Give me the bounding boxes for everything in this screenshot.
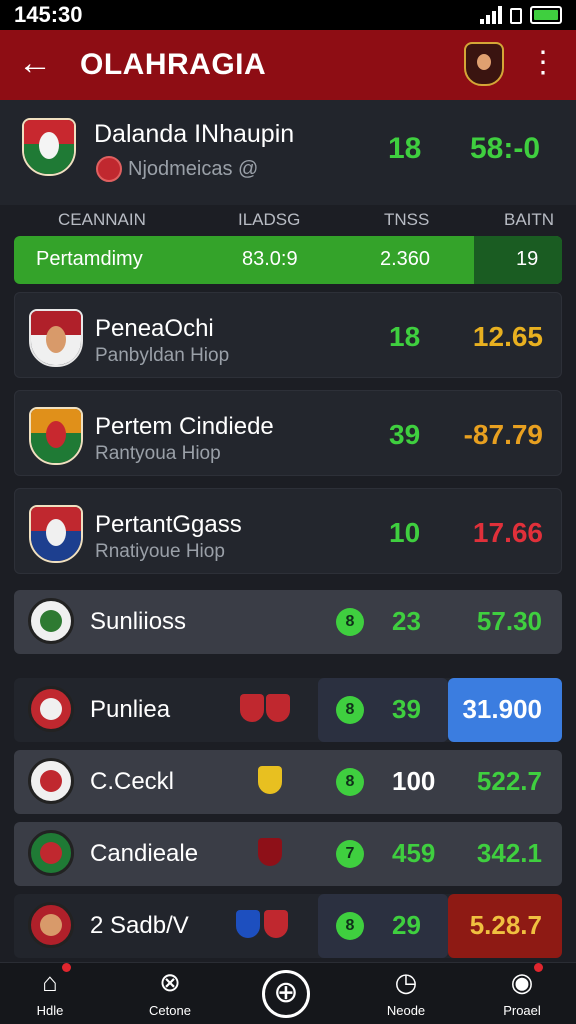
nav-label: Cetone [149, 1003, 191, 1018]
signal-icon [480, 6, 502, 24]
status-dot-icon: 8 [336, 696, 364, 724]
nav-neode[interactable]: ◷ Neode [366, 967, 446, 1018]
row-score: 31.900 [462, 694, 542, 724]
battery-icon [530, 6, 562, 24]
card-value: 18 [389, 321, 421, 352]
team-mini-icon [264, 910, 288, 938]
match-header[interactable]: Dalanda INhaupin Njodmeicas @ 18 58:-0 [0, 100, 576, 205]
list-item[interactable]: Sunliioss 8 23 57.30 [14, 590, 562, 654]
profile-icon: ◉ [507, 963, 543, 997]
highlight-v2: 2.360 [380, 248, 431, 270]
team-mini-icon [236, 910, 260, 938]
team-mini-icon [266, 694, 290, 722]
column-header: ILADSG [238, 210, 301, 229]
nav-home[interactable]: ⌂ Hdle [10, 963, 90, 1018]
row-label: Sunliioss [90, 608, 187, 635]
row-value: 459 [392, 838, 436, 868]
player-photo-icon [29, 309, 83, 367]
more-menu-icon[interactable]: ⋮ [528, 48, 558, 78]
column-header: CEANNAIN [58, 210, 146, 229]
card-score: -87.79 [463, 419, 543, 450]
status-bar: 145:30 [0, 0, 576, 30]
player-avatar-icon [28, 902, 74, 948]
card-title: Pertem Cindiede [95, 413, 274, 440]
row-value: 100 [392, 766, 436, 796]
row-score: 57.30 [476, 606, 542, 636]
team-crest-icon [29, 407, 83, 465]
card-score: 17.66 [472, 517, 543, 548]
league-icon [96, 156, 122, 182]
club-badge-icon [28, 830, 74, 876]
player-card[interactable]: Pertem Cindiede Rantyoua Hiop 39 -87.79 [14, 390, 562, 476]
page-title: OLAHRAGIA [80, 48, 267, 81]
nav-label: Proael [503, 1003, 541, 1018]
status-dot-icon: 8 [336, 768, 364, 796]
match-score-left: 18 [388, 132, 422, 165]
team-mini-icon [240, 694, 264, 722]
card-title: PertantGgass [95, 511, 242, 538]
match-sub: Njodmeicas @ [128, 158, 259, 180]
back-arrow-icon[interactable]: ← [18, 44, 52, 82]
highlight-v1: 83.0:9 [242, 248, 298, 270]
warning-icon [258, 766, 282, 794]
player-card[interactable]: PeneaOchi Panbyldan Hiop 18 12.65 [14, 292, 562, 378]
card-sub: Rantyoua Hiop [95, 443, 221, 464]
crossed-ball-icon: ⊗ [159, 967, 181, 997]
avatar[interactable] [464, 42, 504, 86]
status-dot-icon: 7 [336, 840, 364, 868]
add-circle-icon[interactable]: ⊕ [262, 970, 310, 1018]
team-crest-icon [29, 505, 83, 563]
match-name: Dalanda INhaupin [94, 120, 295, 148]
home-icon: ⌂ [35, 963, 71, 997]
list-item[interactable]: Punliea 8 39 31.900 [14, 678, 562, 742]
card-sub: Panbyldan Hiop [95, 345, 230, 366]
status-dot-icon: 8 [336, 608, 364, 636]
row-label: 2 Sadb/V [90, 912, 189, 939]
card-sub: Rnatiyoue Hiop [95, 541, 225, 562]
sim-icon [510, 8, 522, 24]
card-title: PeneaOchi [95, 315, 214, 342]
nav-label: Neode [386, 1003, 426, 1018]
row-label: Candieale [90, 840, 199, 867]
team-mini-icon [258, 838, 282, 866]
row-label: C.Ceckl [90, 768, 175, 795]
row-value: 39 [392, 694, 421, 724]
club-badge-icon [28, 686, 74, 732]
row-score: 342.1 [476, 838, 542, 868]
clock-icon: ◷ [394, 967, 418, 997]
match-score-right: 58:-0 [470, 132, 541, 165]
row-value: 29 [392, 910, 421, 940]
nav-label: Hdle [36, 1003, 64, 1018]
column-header: TNSS [384, 210, 430, 229]
status-icons [480, 4, 562, 24]
club-badge-icon [28, 598, 74, 644]
club-badge-icon [28, 758, 74, 804]
app-bar: ← OLAHRAGIA ⋮ [0, 30, 576, 100]
highlight-v3: 19 [516, 248, 539, 270]
row-score: 5.28.7 [469, 910, 542, 940]
player-card[interactable]: PertantGgass Rnatiyoue Hiop 10 17.66 [14, 488, 562, 574]
row-value: 23 [392, 606, 421, 636]
list-item[interactable]: C.Ceckl 8 100 522.7 [14, 750, 562, 814]
row-label: Punliea [90, 696, 171, 723]
status-dot-icon: 8 [336, 912, 364, 940]
team-crest-icon [22, 118, 76, 176]
nav-proael[interactable]: ◉ Proael [482, 963, 562, 1018]
list-item[interactable]: Candieale 7 459 342.1 [14, 822, 562, 886]
column-headers: CEANNAIN ILADSG TNSS BAITN [0, 210, 576, 234]
status-time: 145:30 [14, 2, 83, 27]
nav-cetone[interactable]: ⊗ Cetone [130, 967, 210, 1018]
list-item[interactable]: 2 Sadb/V 8 29 5.28.7 [14, 894, 562, 958]
card-value: 10 [389, 517, 421, 548]
row-score: 522.7 [476, 766, 542, 796]
column-header: BAITN [504, 210, 555, 229]
card-score: 12.65 [472, 321, 543, 352]
highlight-row[interactable]: Pertamdimy 83.0:9 2.360 19 [14, 236, 562, 284]
highlight-name: Pertamdimy [36, 248, 143, 270]
card-value: 39 [389, 419, 421, 450]
